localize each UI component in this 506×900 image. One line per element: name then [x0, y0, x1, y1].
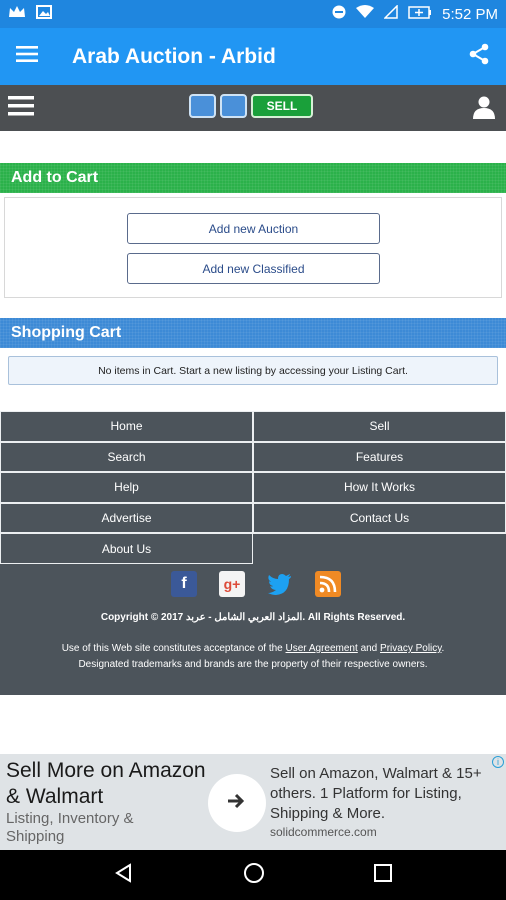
- add-to-cart-heading: Add to Cart: [0, 163, 506, 193]
- do-not-disturb-icon: [332, 5, 346, 23]
- ad-headline: Sell More on Amazon & Walmart: [6, 759, 206, 808]
- legal-and: and: [360, 643, 378, 654]
- legal-text: Use of this Web site constitutes accepta…: [61, 643, 445, 670]
- footer-link-help[interactable]: Help: [0, 472, 253, 503]
- add-new-auction-button[interactable]: Add new Auction: [127, 213, 380, 244]
- empty-cart-notice: No items in Cart. Start a new listing by…: [8, 356, 498, 385]
- facebook-icon[interactable]: f: [171, 571, 197, 597]
- back-icon[interactable]: [114, 862, 134, 888]
- footer-link-search[interactable]: Search: [0, 441, 253, 473]
- footer-link-grid: Home Sell Search Features Help How It Wo…: [0, 411, 506, 564]
- share-icon[interactable]: [468, 43, 490, 70]
- crown-icon: [8, 5, 26, 24]
- battery-icon: [408, 5, 432, 23]
- footer-empty-cell: [253, 533, 506, 564]
- add-new-classified-button[interactable]: Add new Classified: [127, 253, 380, 284]
- wifi-icon: [356, 5, 375, 23]
- footer-link-contact-us[interactable]: Contact Us: [253, 502, 506, 534]
- footer-link-features[interactable]: Features: [253, 441, 506, 473]
- sell-button[interactable]: SELL: [251, 94, 313, 118]
- system-navigation-bar: [0, 850, 506, 900]
- shopping-cart-heading: Shopping Cart: [0, 318, 506, 348]
- site-footer: Home Sell Search Features Help How It Wo…: [0, 411, 506, 695]
- social-links: f g+: [171, 571, 341, 597]
- google-plus-icon[interactable]: g+: [219, 571, 245, 597]
- user-account-icon[interactable]: [472, 95, 496, 124]
- add-to-cart-panel: Add new Auction Add new Classified: [4, 197, 502, 298]
- rss-icon[interactable]: [315, 571, 341, 597]
- ad-info-icon[interactable]: i: [492, 756, 504, 768]
- recents-icon[interactable]: [373, 863, 392, 887]
- clock-time: 5:52 PM: [442, 5, 498, 23]
- ad-arrow-button[interactable]: [208, 774, 266, 832]
- ad-subline: Listing, Inventory & Shipping: [6, 810, 134, 845]
- signal-icon: [383, 4, 398, 23]
- user-agreement-link[interactable]: User Agreement: [286, 643, 358, 654]
- hamburger-menu-icon[interactable]: [16, 45, 38, 68]
- legal-prefix: Use of this Web site constitutes accepta…: [61, 643, 283, 654]
- trademark-notice: Designated trademarks and brands are the…: [78, 659, 428, 670]
- footer-link-advertise[interactable]: Advertise: [0, 502, 253, 534]
- app-title: Arab Auction - Arbid: [72, 44, 276, 68]
- copyright-text: Copyright © 2017 المزاد العربي الشامل - …: [100, 612, 406, 623]
- ad-url: solidcommerce.com: [270, 825, 377, 839]
- twitter-icon[interactable]: [267, 571, 293, 597]
- image-icon: [36, 4, 52, 24]
- footer-link-home[interactable]: Home: [0, 411, 253, 442]
- site-nav-bar: SELL: [0, 85, 506, 131]
- footer-link-about-us[interactable]: About Us: [0, 533, 253, 564]
- site-menu-icon[interactable]: [8, 95, 34, 122]
- footer-link-sell[interactable]: Sell: [253, 411, 506, 442]
- footer-link-how-it-works[interactable]: How It Works: [253, 472, 506, 503]
- arrow-right-icon: [227, 792, 247, 815]
- ad-banner[interactable]: Sell More on Amazon & Walmart Listing, I…: [0, 754, 506, 850]
- status-bar: 5:52 PM: [0, 0, 506, 28]
- home-icon[interactable]: [243, 862, 265, 889]
- ad-body: Sell on Amazon, Walmart & 15+ others. 1 …: [270, 765, 482, 822]
- nav-square-button-1[interactable]: [189, 94, 216, 118]
- app-bar: Arab Auction - Arbid: [0, 28, 506, 85]
- privacy-policy-link[interactable]: Privacy Policy: [380, 643, 442, 654]
- nav-square-button-2[interactable]: [220, 94, 247, 118]
